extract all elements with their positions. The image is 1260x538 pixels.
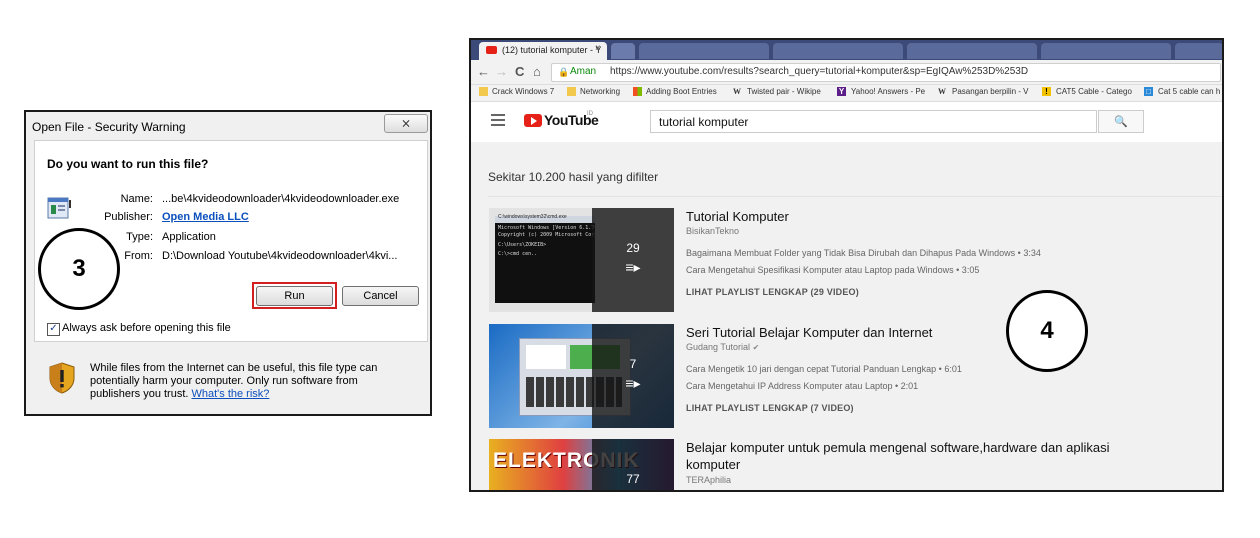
- playlist-icon: ≡▸: [625, 259, 641, 275]
- new-tab-button[interactable]: [611, 43, 635, 59]
- video-count: 77: [626, 472, 640, 486]
- tab-close-icon[interactable]: ×: [595, 43, 601, 54]
- tab-title: (12) tutorial komputer - Y: [502, 45, 602, 55]
- playlist-video-item[interactable]: Cara Mengetahui IP Address Komputer atau…: [686, 381, 918, 391]
- name-label: Name:: [120, 193, 153, 205]
- playlist-thumbnail[interactable]: 7 ≡▸: [489, 324, 674, 428]
- url-text: https://www.youtube.com/results?search_q…: [610, 66, 1029, 77]
- cmd-title: C:\windows\system32\cmd.exe: [498, 214, 567, 220]
- browser-window: (12) tutorial komputer - Y × ← → C ⌂ 🔒 A…: [469, 38, 1224, 492]
- view-full-playlist-link[interactable]: LIHAT PLAYLIST LENGKAP (7 VIDEO): [686, 403, 854, 413]
- secure-label: Aman: [570, 66, 597, 77]
- forward-button[interactable]: →: [495, 64, 508, 79]
- result-title[interactable]: Belajar komputer untuk pemula mengenal s…: [686, 439, 1136, 473]
- divider: [488, 196, 1222, 197]
- cmd-line: Microsoft Windows [Version 6.1.7601]: [498, 225, 607, 231]
- publisher-link[interactable]: Open Media LLC: [162, 211, 249, 223]
- tab-inactive[interactable]: [1041, 43, 1171, 59]
- video-count: 7: [629, 357, 637, 371]
- cancel-button[interactable]: Cancel: [342, 286, 419, 306]
- channel-name[interactable]: BisikanTekno: [686, 226, 739, 236]
- cmd-line: C:\Users\ZOKEIB>: [498, 242, 547, 248]
- name-value: ...be\4kvideodownloader\4kvideodownloade…: [162, 193, 400, 205]
- publisher-label: Publisher:: [104, 211, 153, 223]
- folder-icon: [479, 87, 488, 96]
- bookmark-adding-boot-entries[interactable]: Adding Boot Entries: [646, 87, 717, 96]
- home-button[interactable]: ⌂: [533, 64, 541, 79]
- step-3-annotation: 3: [38, 228, 120, 310]
- back-button[interactable]: ←: [477, 64, 490, 79]
- youtube-favicon-icon: [486, 46, 497, 54]
- playlist-video-item[interactable]: Cara Mengetahui Spesifikasi Komputer ata…: [686, 265, 979, 275]
- yahoo-icon: Y: [837, 87, 846, 96]
- search-icon: 🔍: [1114, 116, 1128, 128]
- close-icon: ⨯: [400, 116, 412, 130]
- dialog-title: Open File - Security Warning: [32, 120, 186, 134]
- video-count: 29: [626, 241, 640, 255]
- tab-strip: (12) tutorial komputer - Y ×: [471, 40, 1222, 60]
- tab-inactive[interactable]: [773, 43, 903, 59]
- bookmark-yahoo-answers[interactable]: Yahoo! Answers - Pe: [851, 87, 925, 96]
- run-button[interactable]: Run: [256, 286, 333, 306]
- channel-name[interactable]: TERAphilia: [686, 475, 731, 485]
- lifewire-icon: !: [1042, 87, 1051, 96]
- security-shield-icon: [49, 362, 75, 394]
- address-bar[interactable]: 🔒 Aman https://www.youtube.com/results?s…: [551, 63, 1221, 82]
- hamburger-menu-icon[interactable]: [491, 114, 505, 129]
- always-ask-checkbox[interactable]: ✓: [47, 323, 60, 336]
- wikipedia-icon: W: [938, 87, 946, 96]
- always-ask-label[interactable]: Always ask before opening this file: [62, 322, 231, 334]
- search-input[interactable]: tutorial komputer: [650, 110, 1097, 133]
- search-query-text: tutorial komputer: [659, 115, 749, 129]
- bookmark-crack-windows[interactable]: Crack Windows 7: [492, 87, 554, 96]
- reload-button[interactable]: C: [515, 64, 524, 79]
- youtube-header: YouTube ID tutorial komputer 🔍: [471, 102, 1222, 142]
- bookmark-twisted-pair[interactable]: Twisted pair - Wikipe: [747, 87, 821, 96]
- region-code: ID: [587, 111, 593, 117]
- verified-icon: ✔: [752, 343, 760, 352]
- tab-inactive[interactable]: [907, 43, 1037, 59]
- playlist-thumbnail[interactable]: C:\windows\system32\cmd.exe Microsoft Wi…: [489, 208, 674, 312]
- search-button[interactable]: 🔍: [1098, 110, 1144, 133]
- whats-the-risk-link[interactable]: What's the risk?: [192, 388, 270, 400]
- result-count: Sekitar 10.200 hasil yang difilter: [488, 170, 659, 184]
- bookmark-pasangan-berpilin[interactable]: Pasangan berpilin - V: [952, 87, 1029, 96]
- bookmarks-bar: Crack Windows 7 Networking Adding Boot E…: [471, 85, 1222, 102]
- folder-icon: [567, 87, 576, 96]
- warning-message: While files from the Internet can be use…: [90, 362, 410, 401]
- step-4-annotation: 4: [1006, 290, 1088, 372]
- from-value: D:\Download Youtube\4kvideodownloader\4k…: [162, 250, 398, 262]
- tab-inactive[interactable]: [639, 43, 769, 59]
- windows-icon: [633, 87, 642, 96]
- circuit-image: [509, 483, 589, 490]
- result-title[interactable]: Tutorial Komputer: [686, 208, 1136, 225]
- bookmark-cat5-cable-can[interactable]: Cat 5 cable can h: [1158, 87, 1220, 96]
- typing-text-area: [526, 345, 566, 369]
- channel-name-text: Gudang Tutorial: [686, 342, 751, 352]
- bookmark-cat5-cable[interactable]: CAT5 Cable - Catego: [1056, 87, 1132, 96]
- play-icon: [531, 117, 537, 125]
- playlist-overlay: 29 ≡▸: [592, 208, 674, 312]
- channel-name[interactable]: Gudang Tutorial ✔: [686, 342, 759, 352]
- cmd-line: C:\>cmd cen..: [498, 251, 538, 257]
- playlist-overlay: 77: [592, 439, 674, 490]
- playlist-video-item[interactable]: Cara Mengetik 10 jari dengan cepat Tutor…: [686, 364, 962, 374]
- playlist-icon: ≡▸: [625, 375, 641, 391]
- playlist-overlay: 7 ≡▸: [592, 324, 674, 428]
- playlist-thumbnail[interactable]: ELEKTRONIK 77: [489, 439, 674, 490]
- type-value: Application: [162, 231, 216, 243]
- tab-youtube-results[interactable]: (12) tutorial komputer - Y ×: [479, 42, 607, 60]
- browser-toolbar: ← → C ⌂ 🔒 Aman https://www.youtube.com/r…: [471, 60, 1222, 85]
- view-full-playlist-link[interactable]: LIHAT PLAYLIST LENGKAP (29 VIDEO): [686, 287, 859, 297]
- dialog-question: Do you want to run this file?: [47, 157, 209, 171]
- tab-inactive[interactable]: [1175, 43, 1222, 59]
- wikipedia-icon: W: [733, 87, 741, 96]
- executable-file-icon: [47, 197, 71, 219]
- bookmark-networking[interactable]: Networking: [580, 87, 620, 96]
- site-icon: □: [1144, 87, 1153, 96]
- playlist-video-item[interactable]: Bagaimana Membuat Folder yang Tidak Bisa…: [686, 248, 1041, 258]
- search-results: Sekitar 10.200 hasil yang difilter C:\wi…: [471, 142, 1222, 490]
- dialog-close-button[interactable]: ⨯: [384, 114, 428, 133]
- lock-icon: 🔒: [558, 67, 570, 77]
